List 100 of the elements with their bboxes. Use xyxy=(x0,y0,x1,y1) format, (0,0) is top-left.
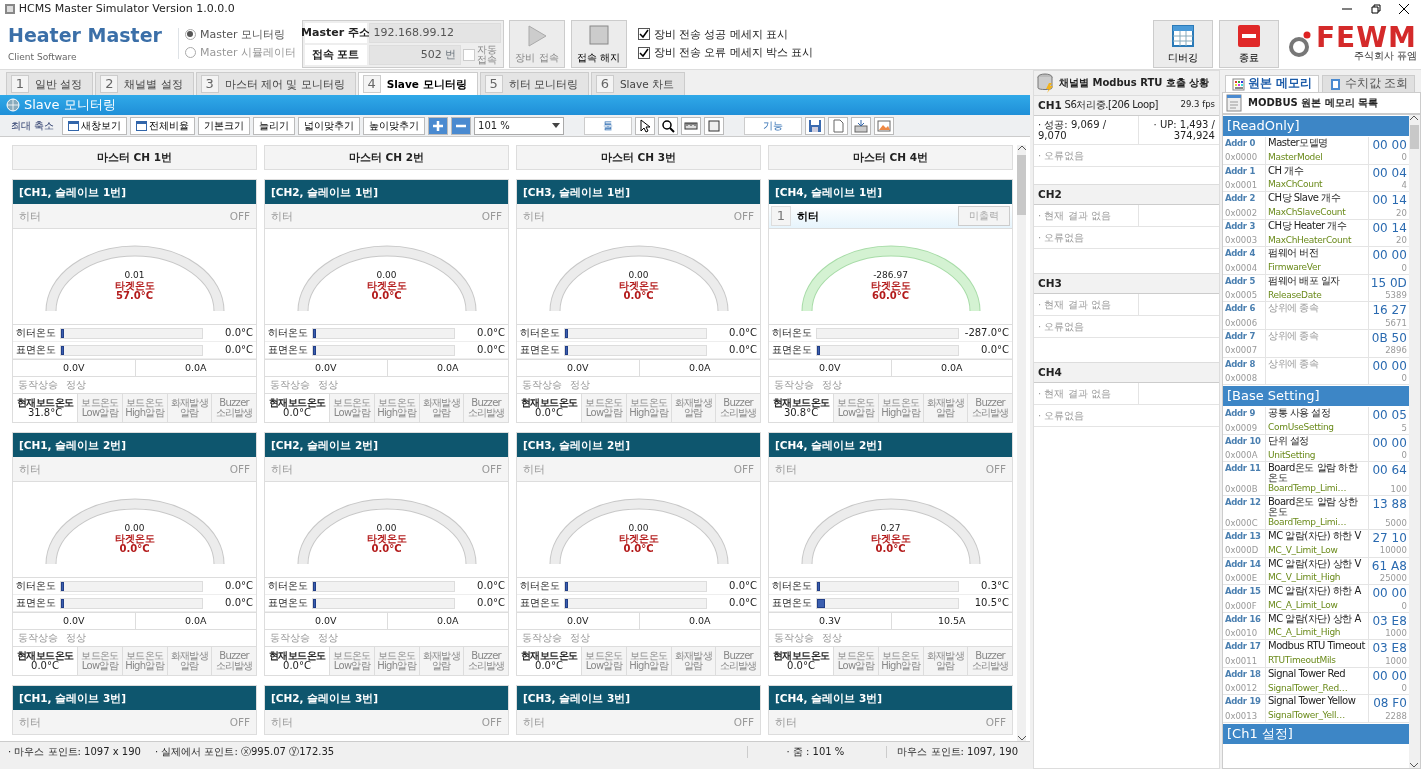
hex-address: 0x000D xyxy=(1225,545,1260,556)
tab[interactable]: 5 히터 모니터링 xyxy=(479,72,589,95)
disconnect-button[interactable]: 접속 해지 xyxy=(570,19,627,68)
search-icon[interactable] xyxy=(661,118,676,133)
voltage-value: 0.0V xyxy=(817,361,842,376)
option-checkbox[interactable]: 장비 전송 오류 메세지 박스 표시 xyxy=(637,46,814,59)
scroll-up-icon xyxy=(1410,115,1419,121)
address-label: Addr 16 xyxy=(1225,613,1262,624)
database-icon xyxy=(1037,73,1055,93)
tab[interactable]: 3 마스터 제어 및 모니터링 xyxy=(195,72,356,95)
close-icon[interactable] xyxy=(1398,3,1410,15)
heater-label: 히터 xyxy=(19,209,41,223)
toolbar-button[interactable]: 최대 축소 xyxy=(6,116,60,135)
heater-label: 히터 xyxy=(19,462,41,476)
image-icon[interactable] xyxy=(877,118,892,133)
toolbar-button[interactable]: 새창보기 xyxy=(62,116,128,135)
heater-state: OFF xyxy=(481,209,502,223)
board-temp-value: 0.0°C xyxy=(787,661,815,672)
toolbar-button[interactable]: 기본크기 xyxy=(198,116,251,135)
tab[interactable]: 원본 메모리 xyxy=(1224,75,1319,92)
scroll-thumb[interactable] xyxy=(1409,125,1419,149)
card-header: [CH1, 슬레이브 2번] xyxy=(13,433,256,457)
scroll-thumb[interactable] xyxy=(1017,155,1026,215)
scrollbar[interactable] xyxy=(1017,145,1026,741)
alarm-indicator: 보드온도 Low알람 xyxy=(581,647,626,675)
tray-icon[interactable] xyxy=(854,118,869,133)
clipboard-icon xyxy=(1328,77,1342,91)
zoom-dropdown[interactable]: 101 % xyxy=(474,116,565,135)
heater-label: 히터 xyxy=(271,715,293,729)
panel-title: 채널별 Modbus RTU 호출 상황 xyxy=(1059,77,1210,89)
app-name: Heater Master xyxy=(8,23,162,47)
scroll-down-icon xyxy=(1410,762,1419,768)
alarm-indicator: 보드온도 Low알람 xyxy=(833,394,878,422)
register-name: 펌웨어 배포 일자 xyxy=(1268,275,1341,286)
toolbar-button[interactable]: 늘리기 xyxy=(253,116,296,135)
document-icon[interactable] xyxy=(831,118,846,133)
toolbar-button[interactable]: 높이맞추기 xyxy=(363,116,426,135)
fps-text: 29.3 fps xyxy=(1180,99,1215,110)
register-name: Board온도 알람 상한 온도 xyxy=(1268,497,1359,518)
save-icon[interactable] xyxy=(808,118,823,133)
address-label: Addr 12 xyxy=(1225,497,1262,508)
tab[interactable]: 1 일반 설정 xyxy=(6,72,94,95)
gauge-value: 0.00 xyxy=(376,270,397,281)
plus-icon[interactable] xyxy=(431,118,446,133)
maximize-icon[interactable] xyxy=(1369,3,1382,15)
tab[interactable]: 수치값 조회 xyxy=(1321,75,1416,92)
alarm-indicator: 보드온도 Low알람 xyxy=(77,394,122,422)
board-temp-value: 0.0°C xyxy=(283,661,311,672)
target-label: 타겟온도 xyxy=(870,280,911,292)
caret-icon xyxy=(552,123,561,128)
register-name: MC 알람(차단) 상한 A xyxy=(1268,613,1362,624)
address-label: Addr 2 xyxy=(1225,193,1256,204)
toolbar-button[interactable]: 넓이맞추기 xyxy=(298,116,361,135)
alarm-indicator: 화재발생 알람 xyxy=(670,647,716,675)
hex-address: 0x0006 xyxy=(1225,317,1259,329)
status-label: 동작상승 xyxy=(774,632,814,644)
scrollbar[interactable] xyxy=(1408,115,1420,768)
option-checkbox[interactable]: 장비 전송 성공 메세지 표시 xyxy=(637,28,814,41)
heater-state: OFF xyxy=(481,715,502,729)
decimal-value: 0 xyxy=(1400,450,1407,461)
column-header: 마스터 CH 2번 xyxy=(264,145,509,170)
register-key: MC_V_Limit_High xyxy=(1268,572,1366,584)
channel-info: · 현재 결과 없음 xyxy=(1037,297,1112,312)
decimal-value: 0 xyxy=(1400,683,1407,694)
cursor-icon[interactable] xyxy=(638,118,653,133)
status-label: 동작상승 xyxy=(270,379,310,391)
alarm-indicator: Buzzer 소리발생 xyxy=(211,647,256,675)
alarm-indicator: Buzzer 소리발생 xyxy=(967,647,1012,675)
alarm-indicator: 보드온도 Low알람 xyxy=(833,647,878,675)
decimal-value: 100 xyxy=(1389,483,1407,495)
voltage-value: 0.0V xyxy=(565,614,590,629)
current-value: 0.0A xyxy=(638,360,760,376)
temp-reading: 0.0°C xyxy=(728,344,757,356)
gauge-value: 0.00 xyxy=(376,523,397,534)
target-value: 0.0°C xyxy=(875,544,906,555)
temp-label: 히터온도 xyxy=(520,327,560,339)
current-value: 0.0A xyxy=(386,360,508,376)
tab[interactable]: 2 채널별 설정 xyxy=(95,72,194,95)
decimal-value: 0 xyxy=(1400,152,1407,163)
address-field[interactable]: 192.168.99.12 xyxy=(368,22,501,43)
address-label: Addr 18 xyxy=(1225,668,1262,680)
register-key: BoardTemp_Limi… xyxy=(1268,483,1366,495)
hex-address: 0x0000 xyxy=(1225,152,1259,163)
hex-address: 0x0001 xyxy=(1225,179,1259,191)
toolbar-button[interactable]: 전체비율 xyxy=(130,116,196,135)
tab[interactable]: 4 Slave 모니터링 xyxy=(357,72,478,95)
alarm-indicator: 화재발생 알람 xyxy=(418,394,464,422)
temp-reading: 0.0°C xyxy=(224,580,253,592)
mode-radio[interactable]: Master 모니터링 xyxy=(184,27,296,41)
address-label: Addr 10 xyxy=(1225,435,1262,446)
tab[interactable]: 6 Slave 차트 xyxy=(590,72,685,95)
decimal-value: 2288 xyxy=(1384,710,1407,721)
channel-name: CH1 xyxy=(1038,99,1062,112)
register-value: 00 00 xyxy=(1371,138,1407,153)
board-temp-value: 30.8°C xyxy=(783,408,819,419)
debug-button[interactable]: 디버깅 xyxy=(1153,19,1214,68)
target-value: 60.0°C xyxy=(872,291,909,302)
exit-button[interactable]: 종료 xyxy=(1219,19,1279,68)
port-field[interactable]: 502 번 xyxy=(368,44,461,65)
square-icon[interactable] xyxy=(707,118,722,133)
